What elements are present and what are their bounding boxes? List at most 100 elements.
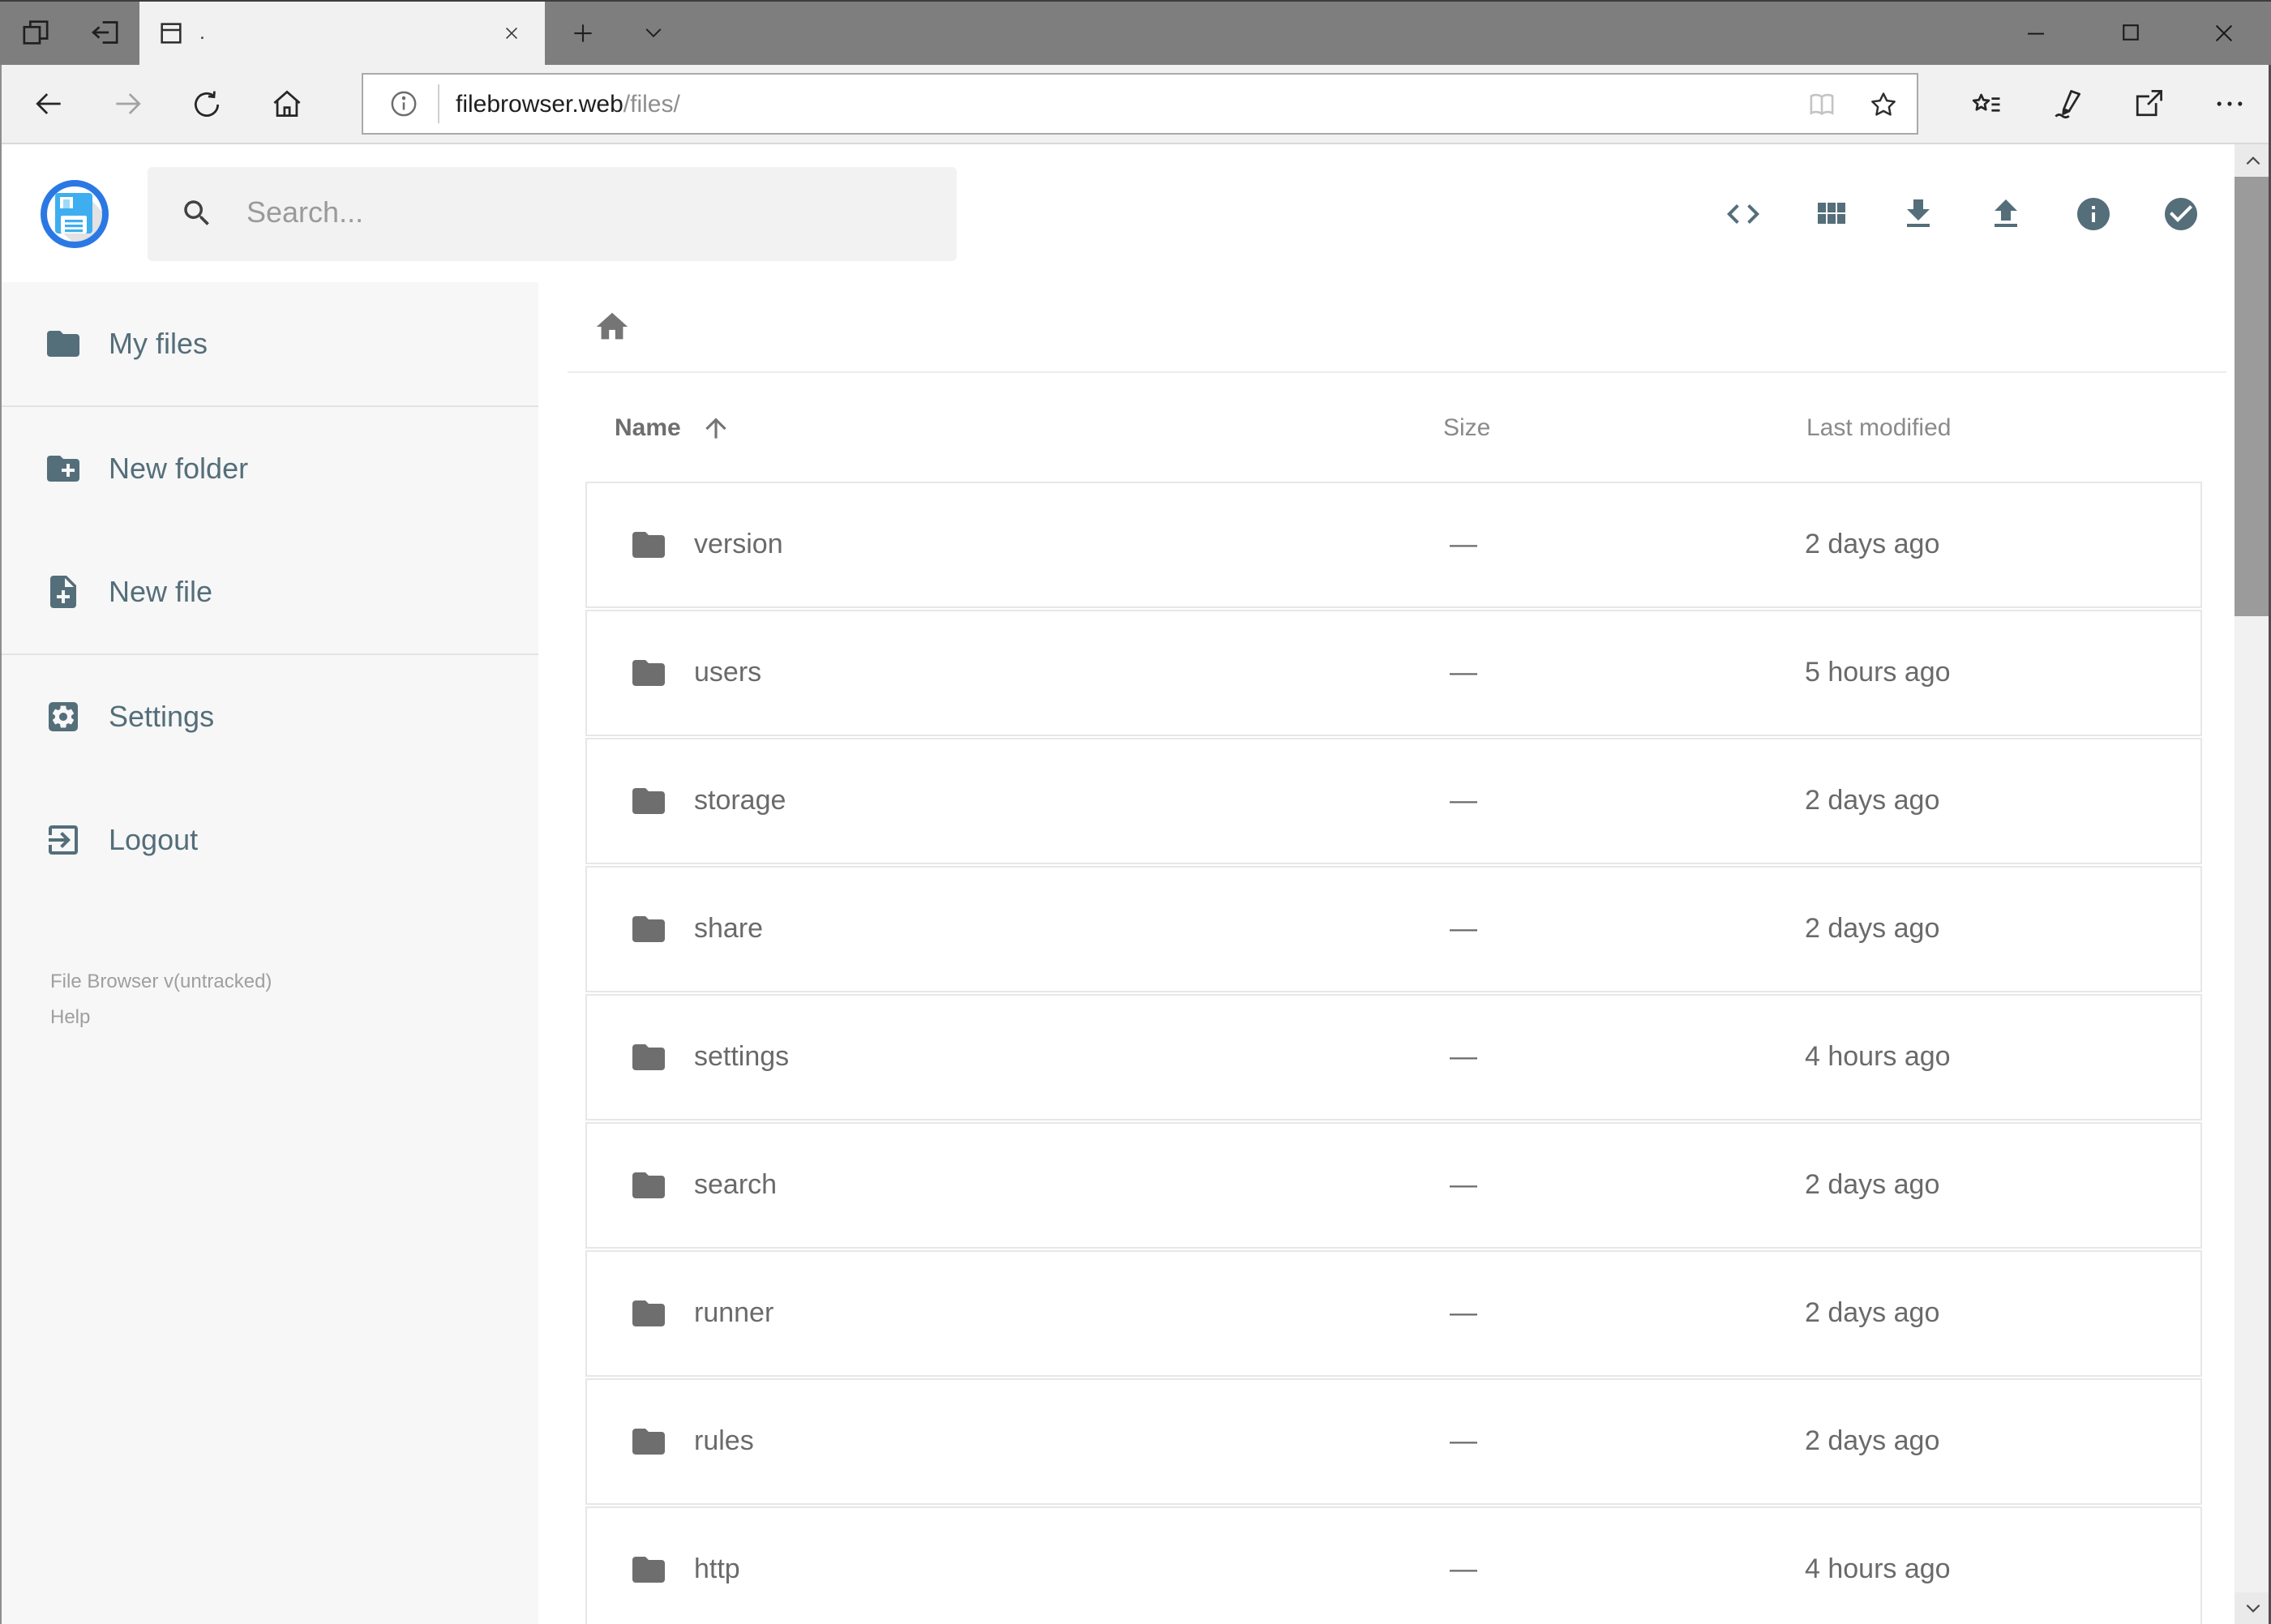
maximize-icon (2119, 21, 2141, 44)
column-header-size[interactable]: Size (1443, 413, 1490, 441)
search-box[interactable] (148, 166, 957, 260)
file-modified: 2 days ago (1805, 913, 1940, 944)
column-header-modified[interactable]: Last modified (1806, 413, 1951, 441)
sidebar-item-logout[interactable]: Logout (0, 778, 538, 902)
more-dots-icon (2211, 86, 2247, 122)
browser-navbar: filebrowser.web/files/ (0, 65, 2271, 144)
download-button[interactable] (1874, 169, 1961, 257)
file-row[interactable]: search — 2 days ago (585, 1122, 2202, 1249)
file-size: — (1450, 657, 1477, 688)
grid-view-icon (1810, 194, 1849, 233)
hub-favorites-button[interactable] (1945, 86, 2026, 122)
sidebar-item-label: New file (109, 575, 213, 607)
file-name: share (694, 913, 764, 944)
maximize-button[interactable] (2083, 0, 2177, 65)
set-tabs-aside-button[interactable] (70, 0, 139, 65)
home-button[interactable] (246, 65, 326, 143)
filebrowser-logo[interactable] (37, 176, 112, 251)
select-multiple-button[interactable] (2136, 169, 2224, 257)
file-modified: 2 days ago (1805, 1297, 1940, 1328)
new-tab-button[interactable] (545, 0, 619, 65)
file-row[interactable]: share — 2 days ago (585, 866, 2202, 992)
minimize-icon (2024, 20, 2048, 45)
home-icon (268, 86, 304, 122)
help-link[interactable]: Help (50, 1006, 538, 1030)
file-modified: 2 days ago (1805, 1169, 1940, 1200)
tab-close-button[interactable] (493, 15, 529, 50)
forward-icon (109, 86, 145, 122)
grid-view-button[interactable] (1786, 169, 1874, 257)
add-favorite-star-button[interactable] (1852, 76, 1913, 131)
file-modified: 2 days ago (1805, 785, 1940, 816)
info-icon (2073, 194, 2112, 233)
browser-tab[interactable]: . (139, 0, 545, 65)
refresh-button[interactable] (167, 65, 246, 143)
search-icon (180, 196, 243, 230)
sidebar-item-label: My files (109, 327, 208, 359)
pen-icon (2049, 86, 2085, 122)
file-listing-panel: Name Size Last modified version — 2 days… (538, 282, 2234, 1624)
file-size: — (1450, 1425, 1477, 1456)
file-row[interactable]: users — 5 hours ago (585, 610, 2202, 736)
scrollbar[interactable] (2234, 144, 2271, 1624)
plus-icon (570, 20, 594, 45)
tab-list-button[interactable] (619, 0, 688, 65)
raw-view-button[interactable] (1699, 169, 1786, 257)
sidebar-item-label: Settings (109, 700, 215, 732)
file-row[interactable]: version — 2 days ago (585, 482, 2202, 608)
sidebar-item-new-file[interactable]: New file (0, 530, 538, 653)
search-input[interactable] (243, 195, 957, 232)
file-name: http (694, 1553, 740, 1584)
folder-icon (629, 653, 668, 692)
sidebar-item-my-files[interactable]: My files (0, 282, 538, 405)
minimize-button[interactable] (1989, 0, 2083, 65)
tab-preview-icon (19, 16, 51, 49)
close-window-button[interactable] (2177, 0, 2271, 65)
folder-icon (629, 910, 668, 949)
file-modified: 2 days ago (1805, 1425, 1940, 1456)
url-text: filebrowser.web/files/ (456, 90, 1790, 118)
file-row[interactable]: storage — 2 days ago (585, 738, 2202, 864)
scrollbar-thumb[interactable] (2234, 177, 2271, 616)
sidebar-item-settings[interactable]: Settings (0, 655, 538, 778)
file-row[interactable]: settings — 4 hours ago (585, 994, 2202, 1121)
share-button[interactable] (2107, 86, 2188, 122)
file-name: search (694, 1169, 778, 1200)
file-row[interactable]: rules — 2 days ago (585, 1378, 2202, 1505)
web-note-button[interactable] (2026, 86, 2107, 122)
file-size: — (1450, 785, 1477, 816)
chevron-down-icon (2245, 1604, 2260, 1613)
folder-icon (629, 782, 668, 821)
column-header-name[interactable]: Name (615, 412, 731, 443)
chevron-down-icon (642, 21, 665, 44)
url-bar[interactable]: filebrowser.web/files/ (362, 73, 1918, 135)
forward-button (88, 65, 167, 143)
listing-header: Name Size Last modified (538, 373, 2234, 482)
file-list: version — 2 days ago users — 5 hours ago… (585, 482, 2202, 1624)
close-icon (2212, 20, 2236, 45)
logout-icon (44, 821, 83, 859)
file-size: — (1450, 1553, 1477, 1584)
info-button[interactable] (2049, 169, 2136, 257)
upload-button[interactable] (1961, 169, 2049, 257)
window-controls (1989, 0, 2271, 65)
sidebar-item-new-folder[interactable]: New folder (0, 407, 538, 530)
page-icon (157, 19, 185, 46)
file-modified: 5 hours ago (1805, 657, 1951, 688)
breadcrumb-home-button[interactable] (579, 294, 644, 359)
back-button[interactable] (8, 65, 88, 143)
scroll-down-button[interactable] (2234, 1592, 2271, 1624)
sort-up-arrow-icon (705, 417, 726, 438)
tab-preview-button[interactable] (0, 0, 70, 65)
folder-icon (629, 1038, 668, 1077)
column-header-name-label: Name (615, 413, 681, 441)
check-circle-icon (2161, 194, 2200, 233)
window-border-top (0, 0, 2271, 2)
site-info-icon[interactable] (379, 88, 428, 120)
file-row[interactable]: runner — 2 days ago (585, 1250, 2202, 1377)
scroll-up-button[interactable] (2234, 144, 2271, 177)
file-row[interactable]: http — 4 hours ago (585, 1506, 2202, 1624)
settings-more-button[interactable] (2188, 86, 2269, 122)
hub-icon (1968, 86, 2003, 122)
url-host: filebrowser.web (456, 90, 623, 118)
